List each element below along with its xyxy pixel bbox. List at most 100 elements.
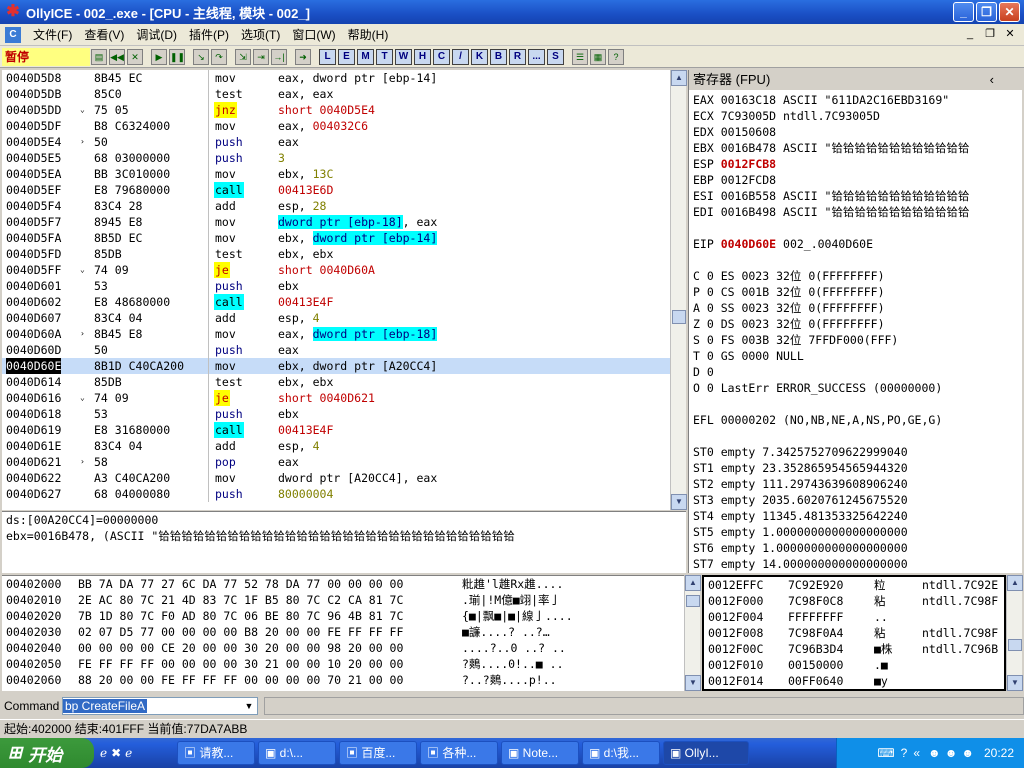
- keyboard-icon[interactable]: ⌨: [877, 746, 894, 760]
- register-line[interactable]: ST2 empty 111.29743639608906240: [693, 476, 1022, 492]
- taskbar-item[interactable]: ▣ 请教...: [177, 741, 255, 765]
- register-line[interactable]: ESI 0016B558 ASCII "铪铪铪铪铪铪铪铪铪铪铪铪: [693, 188, 1022, 204]
- disasm-row[interactable]: 0040D5EA BB 3C010000 mov ebx, 13C: [2, 166, 670, 182]
- mdi-restore-icon[interactable]: ❐: [982, 27, 998, 41]
- ie-icon[interactable]: ℯ: [100, 746, 107, 760]
- dump-row[interactable]: 00402000 BB 7A DA 77 27 6C DA 77 52 78 DA…: [2, 576, 684, 592]
- qq-icon[interactable]: ☻: [961, 746, 974, 760]
- register-line[interactable]: [693, 428, 1022, 444]
- dump-row[interactable]: 00402040 00 00 00 00 CE 20 00 00 30 20 00…: [2, 640, 684, 656]
- scroll-up-icon[interactable]: ▲: [1007, 575, 1023, 591]
- disasm-row[interactable]: 0040D5F4 83C4 28 add esp, 28: [2, 198, 670, 214]
- dump-scrollbar[interactable]: ▲ ▼: [684, 575, 701, 691]
- memory-dump-pane[interactable]: 00402000 BB 7A DA 77 27 6C DA 77 52 78 DA…: [2, 575, 684, 691]
- scroll-down-icon[interactable]: ▼: [671, 494, 687, 510]
- disasm-row[interactable]: 0040D619 E8 31680000 call 00413E4F: [2, 422, 670, 438]
- disassembly-scrollbar[interactable]: ▲ ▼: [670, 70, 687, 510]
- mdi-close-icon[interactable]: ✕: [1002, 27, 1018, 41]
- taskbar-item[interactable]: ▣ d:\我...: [582, 741, 660, 765]
- window-button-6[interactable]: C: [433, 48, 450, 65]
- disasm-row[interactable]: 0040D60A › 8B45 E8 mov eax, dword ptr [ebp-1…: [2, 326, 670, 342]
- disasm-row[interactable]: 0040D614 85DB test ebx, ebx: [2, 374, 670, 390]
- disasm-row[interactable]: 0040D616 ⌄ 74 09 je short 0040D621: [2, 390, 670, 406]
- list-icon[interactable]: ☰: [572, 48, 588, 65]
- grid-icon[interactable]: ▦: [590, 48, 606, 65]
- trace-into-icon[interactable]: ⇲: [235, 48, 251, 65]
- menu-help[interactable]: 帮助(H): [342, 26, 395, 43]
- scroll-down-icon[interactable]: ▼: [685, 675, 701, 691]
- disasm-row[interactable]: 0040D60D 50 push eax: [2, 342, 670, 358]
- minimize-button[interactable]: _: [953, 2, 974, 22]
- menu-plugins[interactable]: 插件(P): [183, 26, 235, 43]
- open-icon[interactable]: ▤: [91, 48, 107, 65]
- register-line[interactable]: C 0 ES 0023 32位 0(FFFFFFFF): [693, 268, 1022, 284]
- disasm-row[interactable]: 0040D5DF B8 C6324000 mov eax, 004032C6: [2, 118, 670, 134]
- register-line[interactable]: ST1 empty 23.352865954565944320: [693, 460, 1022, 476]
- mdi-minimize-icon[interactable]: _: [962, 27, 978, 41]
- disasm-row[interactable]: 0040D618 53 push ebx: [2, 406, 670, 422]
- register-line[interactable]: EBX 0016B478 ASCII "铪铪铪铪铪铪铪铪铪铪铪铪: [693, 140, 1022, 156]
- window-button-8[interactable]: K: [471, 48, 488, 65]
- trace-over-icon[interactable]: ⇥: [253, 48, 269, 65]
- register-line[interactable]: ST4 empty 11345.481353325642240: [693, 508, 1022, 524]
- register-line[interactable]: [693, 396, 1022, 412]
- disasm-row[interactable]: 0040D607 83C4 04 add esp, 4: [2, 310, 670, 326]
- dump-row[interactable]: 00402010 2E AC 80 7C 21 4D 83 7C 1F B5 80…: [2, 592, 684, 608]
- register-line[interactable]: T 0 GS 0000 NULL: [693, 348, 1022, 364]
- command-input[interactable]: bp CreateFileA ▼: [62, 697, 258, 715]
- start-button[interactable]: ⊞ 开始: [0, 738, 94, 768]
- disasm-row[interactable]: 0040D60E 8B1D C40CA200 mov ebx, dword ptr […: [2, 358, 670, 374]
- register-line[interactable]: A 0 SS 0023 32位 0(FFFFFFFF): [693, 300, 1022, 316]
- window-button-2[interactable]: M: [357, 48, 374, 65]
- disasm-row[interactable]: 0040D5FA 8B5D EC mov ebx, dword ptr [ebp-14…: [2, 230, 670, 246]
- close-debuggee-icon[interactable]: ✕: [127, 48, 143, 65]
- qq-icon[interactable]: ☻: [928, 746, 941, 760]
- stack-scrollbar[interactable]: ▲ ▼: [1006, 575, 1023, 691]
- scroll-up-icon[interactable]: ▲: [671, 70, 687, 86]
- chevron-left-icon[interactable]: «: [913, 746, 920, 760]
- taskbar-item[interactable]: ▣ 百度...: [339, 741, 417, 765]
- menu-options[interactable]: 选项(T): [235, 26, 286, 43]
- disasm-row[interactable]: 0040D622 A3 C40CA200 mov dword ptr [A20CC4]…: [2, 470, 670, 486]
- menu-debug[interactable]: 调试(D): [130, 26, 183, 43]
- scroll-up-icon[interactable]: ▲: [685, 575, 701, 591]
- disasm-row[interactable]: 0040D5FF ⌄ 74 09 je short 0040D60A: [2, 262, 670, 278]
- window-button-10[interactable]: R: [509, 48, 526, 65]
- register-line[interactable]: ST6 empty 1.0000000000000000000: [693, 540, 1022, 556]
- taskbar-item[interactable]: ▣ OllyI...: [663, 741, 749, 765]
- register-line[interactable]: EFL 00000202 (NO,NB,NE,A,NS,PO,GE,G): [693, 412, 1022, 428]
- dump-row[interactable]: 00402020 7B 1D 80 7C F0 AD 80 7C 06 BE 80…: [2, 608, 684, 624]
- register-line[interactable]: O 0 LastErr ERROR_SUCCESS (00000000): [693, 380, 1022, 396]
- ie-icon[interactable]: ℯ: [125, 746, 132, 760]
- close-button[interactable]: ✕: [999, 2, 1020, 22]
- window-button-3[interactable]: T: [376, 48, 393, 65]
- disasm-row[interactable]: 0040D5EF E8 79680000 call 00413E6D: [2, 182, 670, 198]
- chevron-left-icon[interactable]: ‹: [990, 70, 994, 90]
- register-line[interactable]: ST0 empty 7.3425752709622999040: [693, 444, 1022, 460]
- disasm-row[interactable]: 0040D602 E8 48680000 call 00413E4F: [2, 294, 670, 310]
- registers-header[interactable]: 寄存器 (FPU) ‹: [689, 70, 1022, 90]
- register-line[interactable]: ESP 0012FCB8: [693, 156, 1022, 172]
- step-over-icon[interactable]: ↷: [211, 48, 227, 65]
- dump-row[interactable]: 00402030 02 07 D5 77 00 00 00 00 B8 20 00…: [2, 624, 684, 640]
- dump-row[interactable]: 00402060 88 20 00 00 FE FF FF FF 00 00 00…: [2, 672, 684, 688]
- execute-till-return-icon[interactable]: →|: [271, 48, 287, 65]
- disasm-row[interactable]: 0040D5F7 8945 E8 mov dword ptr [ebp-18], ea…: [2, 214, 670, 230]
- stack-row[interactable]: 0012EFFC 7C92E920 粒 ntdll.7C92E: [704, 577, 1004, 593]
- disasm-row[interactable]: 0040D5FD 85DB test ebx, ebx: [2, 246, 670, 262]
- menu-window[interactable]: 窗口(W): [286, 26, 341, 43]
- taskbar-item[interactable]: ▣ d:\...: [258, 741, 336, 765]
- register-line[interactable]: EDX 00150608: [693, 124, 1022, 140]
- register-line[interactable]: 3 2 1 0 E S P U O Z D: [693, 572, 1022, 573]
- register-line[interactable]: S 0 FS 003B 32位 7FFDF000(FFF): [693, 332, 1022, 348]
- qq-icon[interactable]: ☻: [945, 746, 958, 760]
- stack-row[interactable]: 0012F010 00150000 .■: [704, 657, 1004, 673]
- register-line[interactable]: EBP 0012FCD8: [693, 172, 1022, 188]
- registers-pane[interactable]: 寄存器 (FPU) ‹ EAX 00163C18 ASCII "611DA2C1…: [688, 70, 1022, 573]
- register-line[interactable]: ST7 empty 14.000000000000000000: [693, 556, 1022, 572]
- stack-row[interactable]: 0012F008 7C98F0A4 粘 ntdll.7C98F: [704, 625, 1004, 641]
- register-line[interactable]: ST3 empty 2035.6020761245675520: [693, 492, 1022, 508]
- disasm-row[interactable]: 0040D621 › 58 pop eax: [2, 454, 670, 470]
- register-line[interactable]: D 0: [693, 364, 1022, 380]
- register-line[interactable]: P 0 CS 001B 32位 0(FFFFFFFF): [693, 284, 1022, 300]
